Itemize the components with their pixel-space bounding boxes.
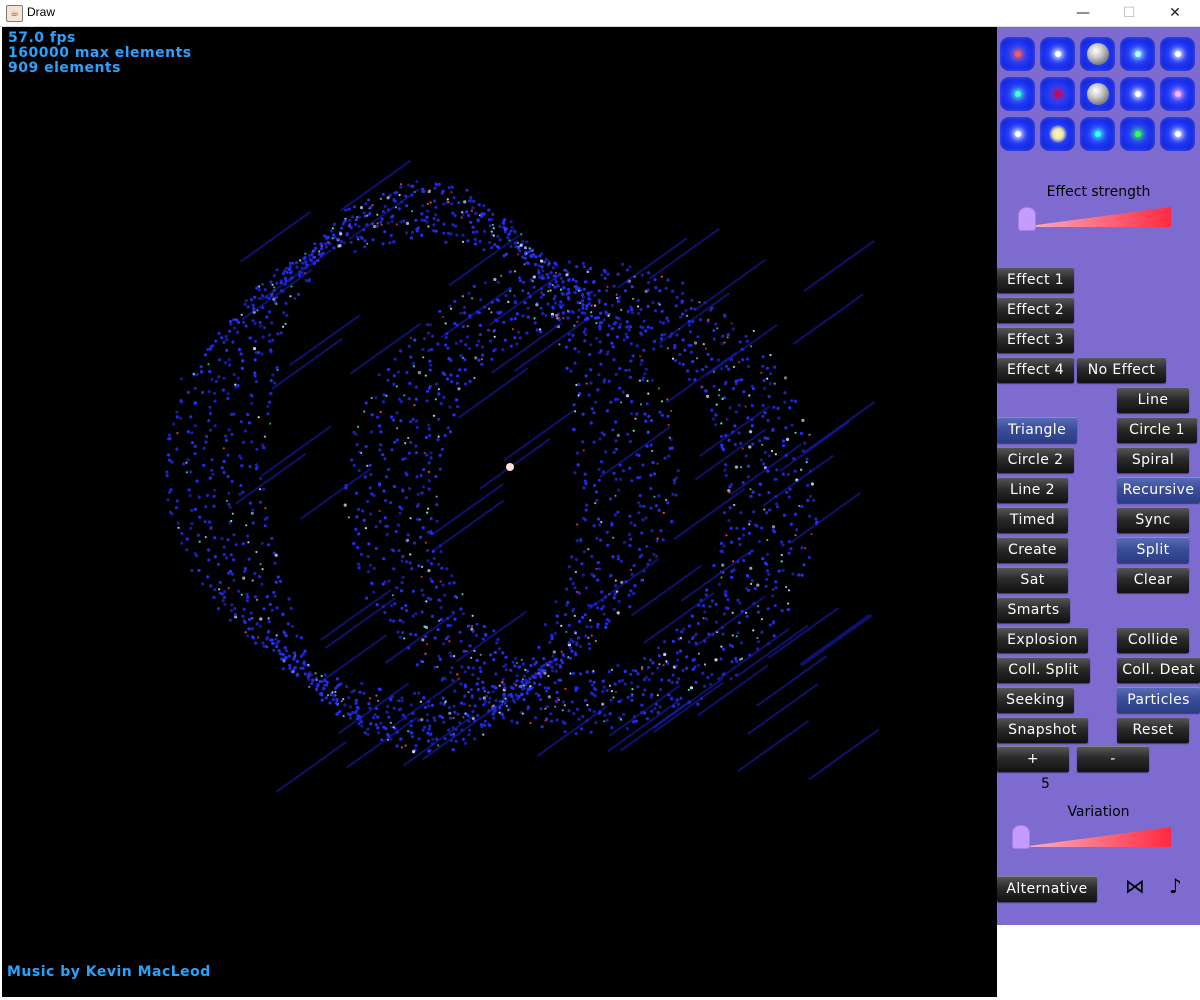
dot-icon <box>1174 131 1181 137</box>
explosion-button[interactable]: Explosion <box>997 627 1088 653</box>
dot-icon <box>1054 51 1061 57</box>
particle-swatch[interactable] <box>1080 117 1115 151</box>
effect-3-button[interactable]: Effect 3 <box>997 327 1074 353</box>
particle-artwork <box>165 159 880 793</box>
effect-strength-thumb[interactable] <box>1018 207 1036 231</box>
variation-label: Variation <box>1067 804 1130 820</box>
music-credit: Music by Kevin MacLeod <box>7 964 211 980</box>
ball-icon <box>1086 43 1109 65</box>
alternative-button[interactable]: Alternative <box>997 876 1097 902</box>
sat-button[interactable]: Sat <box>997 567 1068 593</box>
seeking-button[interactable]: Seeking <box>997 687 1074 713</box>
effect-strength-slider[interactable] <box>1018 207 1171 231</box>
create-button[interactable]: Create <box>997 537 1068 563</box>
line-button[interactable]: Line <box>1117 387 1189 413</box>
timed-button[interactable]: Timed <box>997 507 1068 533</box>
dot-icon <box>1014 51 1021 57</box>
control-panel: Effect strength Effect 1 Effect 2 Effect… <box>997 27 1200 925</box>
decrease-button[interactable]: - <box>1077 746 1149 772</box>
particle-swatch[interactable] <box>1040 77 1075 111</box>
count-value: 5 <box>1041 776 1050 792</box>
effect-2-button[interactable]: Effect 2 <box>997 297 1074 323</box>
panel-footer <box>997 925 1200 998</box>
variation-thumb[interactable] <box>1012 825 1030 849</box>
particle-swatch[interactable] <box>1080 37 1115 71</box>
effect-strength-label: Effect strength <box>1046 184 1151 200</box>
dot-icon <box>1014 91 1021 97</box>
reset-button[interactable]: Reset <box>1117 717 1189 743</box>
max-elements-readout: 160000 max elements <box>8 45 192 61</box>
clear-button[interactable]: Clear <box>1117 567 1189 593</box>
split-button[interactable]: Split <box>1117 537 1189 563</box>
effect-4-button[interactable]: Effect 4 <box>997 357 1074 383</box>
particles-button[interactable]: Particles <box>1117 687 1200 713</box>
maximize-button[interactable]: ☐ <box>1106 0 1152 26</box>
particle-swatch[interactable] <box>1040 37 1075 71</box>
line-2-button[interactable]: Line 2 <box>997 477 1068 503</box>
particle-swatch[interactable] <box>1160 117 1195 151</box>
particle-swatch[interactable] <box>1160 77 1195 111</box>
spiral-button[interactable]: Spiral <box>1117 447 1189 473</box>
increase-button[interactable]: + <box>997 746 1069 772</box>
recursive-button[interactable]: Recursive <box>1117 477 1200 503</box>
coll-death-button[interactable]: Coll. Deat <box>1117 657 1200 683</box>
minimize-button[interactable]: — <box>1060 0 1106 26</box>
ball-icon <box>1086 83 1109 105</box>
dot-icon <box>1174 91 1181 97</box>
drawing-canvas[interactable]: 57.0 fps 160000 max elements 909 element… <box>2 27 997 997</box>
particle-swatch[interactable] <box>1120 37 1155 71</box>
particle-swatch[interactable] <box>1120 117 1155 151</box>
no-effect-button[interactable]: No Effect <box>1077 357 1166 383</box>
circle-1-button[interactable]: Circle 1 <box>1117 417 1197 443</box>
particle-swatch[interactable] <box>1000 117 1035 151</box>
fps-readout: 57.0 fps <box>8 30 76 46</box>
variation-slider[interactable] <box>1012 825 1171 849</box>
particle-swatch[interactable] <box>1120 77 1155 111</box>
sync-button[interactable]: Sync <box>1117 507 1189 533</box>
circle-2-button[interactable]: Circle 2 <box>997 447 1074 473</box>
music-note-icon[interactable]: ♪ <box>1169 874 1182 898</box>
title-bar: ☕ Draw — ☐ ✕ <box>0 0 1200 27</box>
effect-1-button[interactable]: Effect 1 <box>997 267 1074 293</box>
dot-icon <box>1014 131 1021 137</box>
particle-swatch[interactable] <box>1080 77 1115 111</box>
java-app-icon: ☕ <box>6 5 23 22</box>
particle-swatch[interactable] <box>1000 37 1035 71</box>
snapshot-button[interactable]: Snapshot <box>997 717 1088 743</box>
particle-swatch[interactable] <box>1000 77 1035 111</box>
flower-icon <box>1048 125 1067 143</box>
particle-swatch[interactable] <box>1160 37 1195 71</box>
collide-button[interactable]: Collide <box>1117 627 1189 653</box>
window-title: Draw <box>27 5 56 19</box>
close-button[interactable]: ✕ <box>1152 0 1198 26</box>
dot-icon <box>1054 91 1061 97</box>
coll-split-button[interactable]: Coll. Split <box>997 657 1090 683</box>
bowtie-icon[interactable]: ⋈ <box>1125 874 1145 898</box>
dot-icon <box>1134 91 1141 97</box>
triangle-button[interactable]: Triangle <box>997 417 1077 443</box>
dot-icon <box>1134 51 1141 57</box>
dot-icon <box>1134 131 1141 137</box>
elements-count-readout: 909 elements <box>8 60 121 76</box>
smarts-button[interactable]: Smarts <box>997 597 1070 623</box>
dot-icon <box>1174 51 1181 57</box>
dot-icon <box>1094 131 1101 137</box>
particle-swatch[interactable] <box>1040 117 1075 151</box>
